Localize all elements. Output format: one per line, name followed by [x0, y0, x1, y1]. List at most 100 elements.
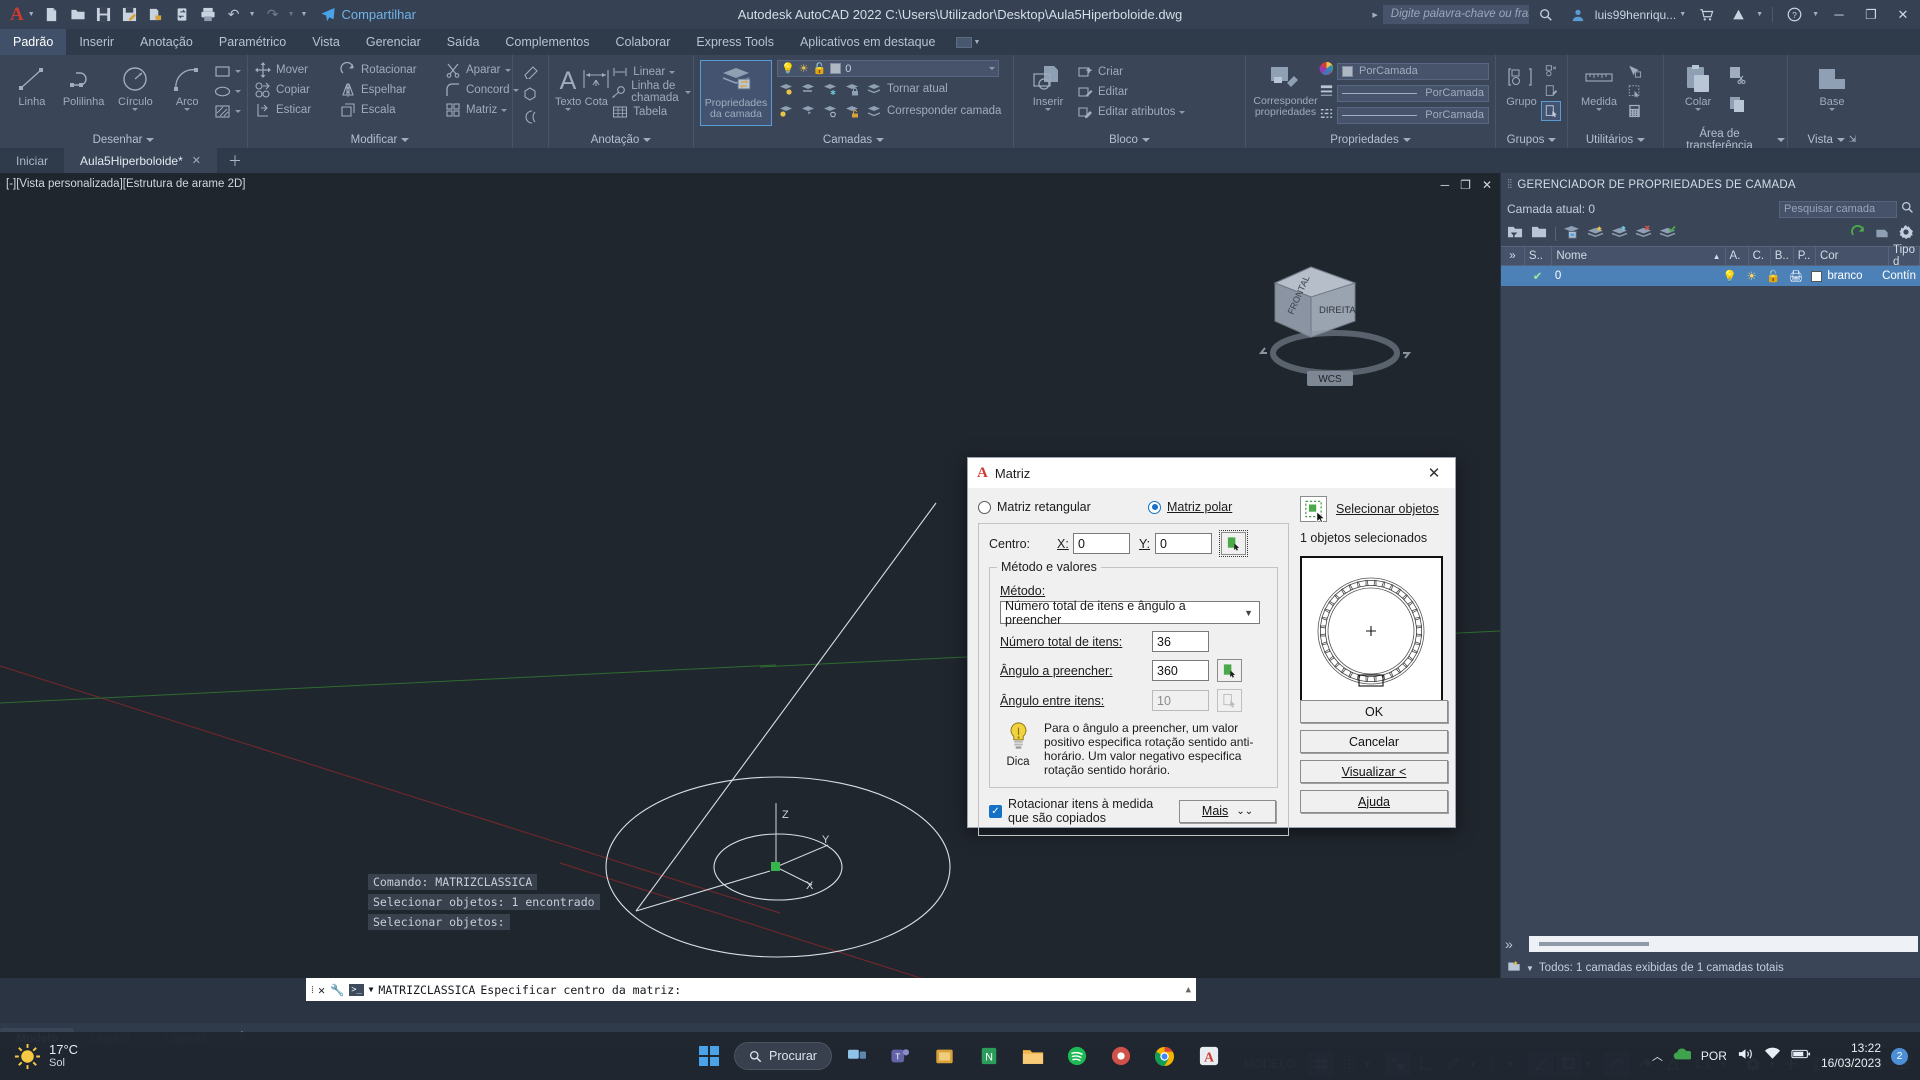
filter-chevron-icon[interactable]: ▼ — [1526, 964, 1534, 973]
panel-chevron-icon[interactable] — [1548, 137, 1557, 142]
base-chevron-icon[interactable] — [1829, 108, 1835, 111]
select-objects-button[interactable] — [1300, 496, 1327, 523]
autodesk-icon[interactable] — [1723, 0, 1753, 29]
cart-icon[interactable] — [1691, 0, 1721, 29]
spotify-icon[interactable] — [1058, 1037, 1096, 1075]
header-tipo[interactable]: Tipo d — [1889, 244, 1920, 268]
linetype-icon[interactable] — [1319, 105, 1334, 125]
pick-fill-angle-button[interactable] — [1217, 659, 1242, 682]
tool-circulo-chevron-icon[interactable] — [132, 108, 139, 111]
radio-matriz-retangular[interactable]: Matriz retangular — [978, 496, 1148, 518]
lineweight-icon[interactable] — [1319, 83, 1334, 103]
fill-angle-input[interactable]: 360 — [1152, 660, 1209, 681]
group-edit-icon[interactable] — [1541, 81, 1561, 101]
row-on-icon[interactable]: 💡 — [1718, 266, 1740, 286]
offset-icon[interactable] — [519, 106, 541, 127]
new-layer-icon[interactable] — [1587, 225, 1604, 243]
taskbar-search[interactable]: Procurar — [734, 1042, 832, 1070]
layer-lock-icon[interactable] — [843, 80, 861, 98]
cut-icon[interactable] — [1726, 62, 1748, 88]
tool-polilinha[interactable]: Polilinha — [58, 60, 110, 108]
onedrive-icon[interactable] — [1673, 1047, 1693, 1066]
panel-vista-title[interactable]: Vista ⇲ — [1790, 131, 1874, 148]
tool-corresponder-propriedades[interactable]: Corresponder propriedades — [1252, 60, 1319, 118]
scrollbar-thumb[interactable] — [1539, 942, 1649, 946]
linetype-property-row[interactable]: PorCamada — [1319, 105, 1489, 125]
chrome-icon[interactable] — [1146, 1037, 1184, 1075]
teams-icon[interactable]: T — [882, 1037, 920, 1075]
file-tab-close-icon[interactable]: ✕ — [192, 154, 201, 167]
ribbon-minimize-control[interactable]: ▼ — [948, 29, 991, 55]
panel-chevron-icon[interactable] — [1637, 137, 1646, 142]
autocad-icon[interactable]: A — [1190, 1037, 1228, 1075]
radio-polar-circle[interactable] — [1148, 500, 1161, 514]
palette-horizontal-scrollbar[interactable] — [1529, 936, 1918, 952]
help-icon[interactable]: ? — [1779, 0, 1809, 29]
copy-clipboard-icon[interactable] — [1726, 91, 1748, 117]
layer-freeze-icon[interactable]: ☀ — [799, 62, 809, 75]
redo-icon[interactable]: ↷ — [261, 3, 285, 27]
tool-cota[interactable]: Cota — [581, 60, 611, 108]
undo-icon[interactable]: ↶ — [222, 3, 246, 27]
match-layer-icon[interactable] — [865, 102, 883, 120]
layer-isolate-icon[interactable] — [777, 80, 795, 98]
center-x-input[interactable]: 0 — [1073, 533, 1130, 554]
retangulo-chevron-icon[interactable] — [235, 69, 241, 73]
ribbon-tab-inserir[interactable]: Inserir — [66, 29, 127, 55]
panel-camadas-title[interactable]: Camadas — [696, 131, 1011, 148]
layer-thaw-icon[interactable] — [821, 102, 839, 120]
medida-chevron-icon[interactable] — [1596, 108, 1602, 111]
layer-color-swatch[interactable] — [830, 63, 842, 74]
command-settings-icon[interactable]: 🔧 — [330, 983, 344, 997]
panel-chevron-icon[interactable] — [876, 137, 885, 142]
explorer-icon[interactable] — [1014, 1037, 1052, 1075]
layer-unlock-action-icon[interactable] — [843, 102, 861, 120]
cloud-sync-icon[interactable] — [170, 3, 194, 27]
erase-icon[interactable] — [519, 60, 541, 81]
lineweight-property-row[interactable]: PorCamada — [1319, 83, 1489, 103]
inserir-chevron-icon[interactable] — [1045, 108, 1051, 111]
match-layer-label[interactable]: Corresponder camada — [887, 105, 1001, 117]
cancel-button[interactable]: Cancelar — [1300, 730, 1448, 753]
tool-escala[interactable]: Escala — [339, 100, 444, 120]
start-button[interactable] — [690, 1037, 728, 1075]
settings-gear-icon[interactable] — [1898, 224, 1914, 243]
set-current-layer-icon[interactable] — [1659, 225, 1676, 243]
layer-tools-icon[interactable] — [1874, 225, 1890, 243]
elipse-chevron-icon[interactable] — [235, 89, 241, 93]
palette-expand-filters-icon[interactable]: » — [1505, 936, 1513, 952]
center-y-input[interactable]: 0 — [1155, 533, 1212, 554]
share-button[interactable]: Compartilhar — [320, 7, 416, 22]
save-as-icon[interactable] — [118, 3, 142, 27]
tool-linha-chamada[interactable]: Linha de chamada — [611, 80, 691, 104]
tool-medida[interactable]: Medida — [1574, 60, 1624, 111]
plot-icon[interactable] — [196, 3, 220, 27]
tool-matriz[interactable]: Matriz — [444, 100, 508, 120]
ribbon-tab-express-tools[interactable]: Express Tools — [683, 29, 787, 55]
view-cube[interactable]: FRONTAL DIREITA WCS — [1255, 253, 1415, 393]
ribbon-minimize-icon[interactable] — [956, 36, 973, 48]
ribbon-tab-padrao[interactable]: Padrão — [0, 29, 67, 55]
color-property-row[interactable]: PorCamada — [1319, 61, 1489, 81]
row-linetype[interactable]: Contín — [1878, 266, 1920, 286]
atributos-chevron-icon[interactable] — [1179, 110, 1186, 114]
row-layer-name[interactable]: 0 — [1551, 266, 1718, 286]
taskbar-clock[interactable]: 13:22 16/03/2023 — [1821, 1041, 1881, 1071]
row-plot-icon[interactable]: 🖨 — [1785, 266, 1808, 286]
undo-chevron-icon[interactable]: ▼ — [248, 11, 259, 18]
tool-mover[interactable]: Mover — [254, 60, 339, 80]
rotate-items-checkbox[interactable]: ✓ — [989, 804, 1002, 818]
tool-base[interactable]: Base — [1804, 60, 1860, 111]
filter-status-icon[interactable] — [1507, 960, 1521, 976]
colar-chevron-icon[interactable] — [1695, 108, 1701, 111]
export-icon[interactable] — [144, 3, 168, 27]
panel-chevron-icon[interactable] — [1777, 137, 1785, 142]
autocad-logo-icon[interactable]: A — [4, 5, 25, 24]
autodesk-chevron-icon[interactable]: ▼ — [1755, 11, 1766, 18]
ribbon-tab-anotacao[interactable]: Anotação — [127, 29, 206, 55]
file-tab-aula5[interactable]: Aula5Hiperboloide* ✕ — [64, 148, 217, 173]
search-chevron-icon[interactable]: ▶ — [1371, 11, 1380, 19]
ribbon-minimize-chevron-icon[interactable]: ▼ — [972, 39, 983, 46]
chamada-chevron-icon[interactable] — [684, 90, 691, 94]
layer-states-icon[interactable] — [1563, 225, 1580, 243]
